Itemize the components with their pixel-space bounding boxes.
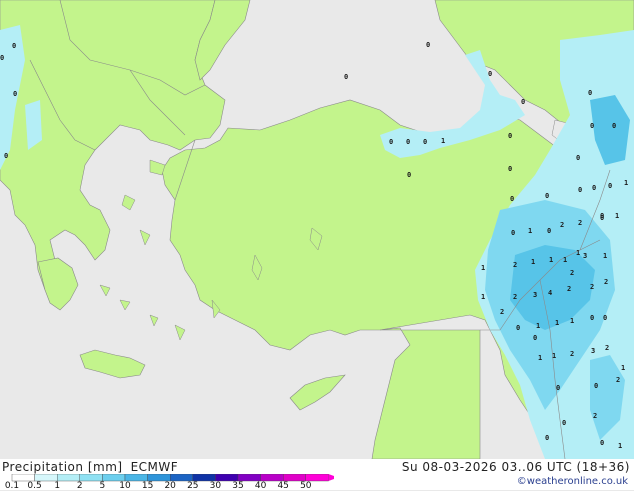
value-label: 0 xyxy=(576,154,580,162)
value-label: 1 xyxy=(552,352,556,360)
value-label: 2 xyxy=(605,344,609,352)
value-label: 0 xyxy=(426,41,430,49)
value-label: 0 xyxy=(608,182,612,190)
value-label: 2 xyxy=(500,308,504,316)
value-label: 2 xyxy=(578,219,582,227)
model-name: ECMWF xyxy=(130,460,179,474)
value-label: 1 xyxy=(618,442,622,450)
value-label: 0 xyxy=(0,54,4,62)
value-label: 3 xyxy=(533,291,537,299)
value-label: 0 xyxy=(612,122,616,130)
value-label: 1 xyxy=(528,227,532,235)
value-label: 3 xyxy=(591,347,595,355)
value-label: 0 xyxy=(511,229,515,237)
value-label: 0 xyxy=(516,324,520,332)
value-label: 2 xyxy=(567,285,571,293)
value-label: 1 xyxy=(576,249,580,257)
value-label: 0 xyxy=(508,165,512,173)
value-label: 2 xyxy=(590,283,594,291)
value-label: 0 xyxy=(508,132,512,140)
value-label: 0 xyxy=(545,192,549,200)
value-label: 3 xyxy=(583,252,587,260)
value-label: 4 xyxy=(548,289,552,297)
value-label: 0 xyxy=(510,195,514,203)
color-scale-swatch xyxy=(283,474,307,482)
value-label: 2 xyxy=(570,350,574,358)
credit-link[interactable]: ©weatheronline.co.uk xyxy=(517,476,628,487)
value-label: 1 xyxy=(531,258,535,266)
value-label: 0 xyxy=(533,334,537,342)
color-scale-swatch xyxy=(237,474,261,482)
value-label: 0 xyxy=(592,184,596,192)
color-scale-swatch xyxy=(215,474,239,482)
color-scale-arrow xyxy=(328,474,334,481)
map-canvas: 0 0 0 0 0 0 0 0 0 0 0 1 0 0 0 0 0 0 0 0 … xyxy=(0,0,634,459)
color-scale-swatch xyxy=(79,474,103,482)
color-scale-swatch xyxy=(260,474,284,482)
value-label: 0 xyxy=(4,152,8,160)
value-label: 0 xyxy=(389,138,393,146)
variable-title: Precipitation [mm] xyxy=(2,460,123,474)
value-label: 0 xyxy=(547,227,551,235)
value-label: 1 xyxy=(615,212,619,220)
value-label: 2 xyxy=(616,376,620,384)
value-label: 1 xyxy=(481,264,485,272)
precipitation-map: 0 0 0 0 0 0 0 0 0 0 0 1 0 0 0 0 0 0 0 0 … xyxy=(0,0,634,459)
color-scale-swatch xyxy=(169,474,193,482)
value-label: 1 xyxy=(603,252,607,260)
value-label: 0 xyxy=(423,138,427,146)
color-scale-swatch xyxy=(34,474,58,482)
color-scale-swatch xyxy=(124,474,148,482)
value-label: 2 xyxy=(593,412,597,420)
color-scale-swatch xyxy=(57,474,81,482)
value-label: 1 xyxy=(563,256,567,264)
map-footer: Precipitation [mm] ECMWF Su 08-03-2026 03… xyxy=(0,459,634,491)
value-label: 0 xyxy=(407,171,411,179)
value-label: 1 xyxy=(621,364,625,372)
color-scale-swatch xyxy=(102,474,126,482)
value-label: 2 xyxy=(604,278,608,286)
value-label: 0 xyxy=(556,384,560,392)
value-label: 0 xyxy=(590,122,594,130)
color-scale-swatch xyxy=(305,474,329,482)
value-label: 0 xyxy=(562,419,566,427)
color-scale-swatch xyxy=(11,474,35,482)
value-label: 0 xyxy=(590,314,594,322)
value-label: 0 xyxy=(588,89,592,97)
value-label: 2 xyxy=(560,221,564,229)
valid-time: Su 08-03-2026 03..06 UTC (18+36) xyxy=(401,460,630,474)
value-label: 0 xyxy=(578,186,582,194)
color-scale-swatch xyxy=(192,474,216,482)
value-label: 1 xyxy=(549,256,553,264)
value-label: 1 xyxy=(555,319,559,327)
value-label: 0 xyxy=(603,314,607,322)
value-label: 0 xyxy=(521,98,525,106)
value-label: 0 xyxy=(13,90,17,98)
value-label: 1 xyxy=(441,137,445,145)
value-label: 2 xyxy=(513,261,517,269)
value-label: 0 xyxy=(594,382,598,390)
value-label: 2 xyxy=(513,293,517,301)
value-label: 0 xyxy=(406,138,410,146)
value-label: 1 xyxy=(538,354,542,362)
value-label: 0 xyxy=(344,73,348,81)
value-label: 1 xyxy=(570,317,574,325)
map-title: Precipitation [mm] ECMWF xyxy=(2,460,178,474)
value-label: 0 xyxy=(12,42,16,50)
value-label: 1 xyxy=(624,179,628,187)
value-label: 2 xyxy=(570,269,574,277)
color-scale-swatch xyxy=(147,474,171,482)
value-label: 0 xyxy=(600,214,604,222)
value-label: 0 xyxy=(545,434,549,442)
value-label: 1 xyxy=(481,293,485,301)
value-label: 1 xyxy=(536,322,540,330)
value-label: 0 xyxy=(488,70,492,78)
value-label: 0 xyxy=(600,439,604,447)
